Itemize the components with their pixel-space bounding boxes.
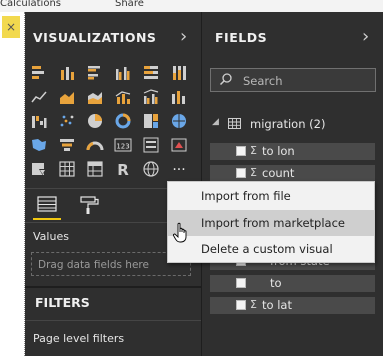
filters-title: FILTERS (35, 295, 90, 310)
divider (25, 320, 201, 321)
values-label: Values (33, 230, 69, 243)
r-script-label: R (117, 161, 129, 178)
table-icon (228, 118, 241, 129)
card-icon[interactable]: 123 (114, 136, 132, 154)
divider (25, 286, 201, 288)
clustered-column-icon[interactable] (114, 64, 132, 82)
line-chart-icon[interactable] (30, 88, 48, 106)
sigma-icon: Σ (250, 298, 257, 311)
multirow-card-icon[interactable] (142, 136, 160, 154)
collapse-caret-icon[interactable]: ◢ (212, 117, 219, 127)
fields-search-box[interactable] (210, 68, 376, 92)
field-checkbox[interactable] (236, 300, 246, 310)
close-icon[interactable]: × (2, 16, 20, 38)
field-name: to (270, 276, 282, 290)
ribbon-chart-icon[interactable] (170, 88, 188, 106)
field-item[interactable]: to (210, 275, 375, 292)
custom-visual-context-menu: Import from file Import from marketplace… (167, 181, 375, 263)
line-clustered-icon[interactable] (142, 88, 160, 106)
field-name: to lat (262, 298, 292, 312)
stacked-column-icon[interactable] (58, 64, 76, 82)
sigma-icon: Σ (250, 144, 257, 157)
import-from-marketplace-menu-item[interactable]: Import from marketplace (168, 210, 374, 236)
globe-icon[interactable] (142, 160, 160, 178)
stacked-area-icon[interactable] (86, 88, 104, 106)
field-item[interactable]: Σ count (210, 165, 375, 182)
calculations-label[interactable]: Calculations (0, 0, 61, 9)
slicer-icon[interactable] (30, 160, 48, 178)
gauge-icon[interactable] (86, 136, 104, 154)
100-bar-icon[interactable] (142, 64, 160, 82)
field-checkbox[interactable] (236, 168, 246, 178)
waterfall-icon[interactable] (30, 112, 48, 130)
search-icon (219, 72, 233, 86)
donut-chart-icon[interactable] (114, 112, 132, 130)
field-checkbox[interactable] (236, 146, 246, 156)
matrix-icon[interactable] (86, 160, 104, 178)
stacked-bar-icon[interactable] (30, 64, 48, 82)
collapse-fields-chevron-icon[interactable]: › (362, 26, 369, 47)
r-script-icon[interactable]: R (114, 160, 132, 178)
treemap-icon[interactable] (142, 112, 160, 130)
funnel-icon[interactable] (58, 136, 76, 154)
top-menu-strip: Calculations Share (0, 0, 383, 12)
field-item[interactable]: Σ to lon (210, 143, 375, 160)
scatter-icon[interactable] (58, 112, 76, 130)
fields-tab-icon[interactable] (33, 194, 61, 220)
field-item[interactable]: Σ to lat (210, 297, 375, 314)
report-canvas-edge (0, 12, 25, 356)
field-name: to lon (262, 144, 295, 158)
line-column-icon[interactable] (114, 88, 132, 106)
table-row-migration[interactable]: ◢ migration (2) (210, 114, 378, 134)
field-name: count (262, 166, 295, 180)
import-from-file-menu-item[interactable]: Import from file (168, 183, 374, 209)
clustered-bar-icon[interactable] (86, 64, 104, 82)
pie-chart-icon[interactable] (86, 112, 104, 130)
share-label[interactable]: Share (115, 0, 144, 9)
collapse-visualizations-chevron-icon[interactable]: › (180, 26, 187, 47)
table-name: migration (2) (250, 117, 326, 131)
format-paint-roller-icon[interactable] (75, 194, 103, 218)
more-icon[interactable]: ... (170, 159, 188, 178)
field-checkbox[interactable] (236, 278, 246, 288)
filled-map-icon[interactable] (30, 136, 48, 154)
page-level-filters-label: Page level filters (33, 332, 125, 345)
table-icon[interactable] (58, 160, 76, 178)
map-icon[interactable] (170, 112, 188, 130)
delete-custom-visual-menu-item[interactable]: Delete a custom visual (168, 236, 374, 262)
area-chart-icon[interactable] (58, 88, 76, 106)
hand-cursor-icon (172, 222, 190, 244)
100-column-icon[interactable] (170, 64, 188, 82)
visualizations-title: VISUALIZATIONS (33, 30, 157, 45)
sigma-icon: Σ (250, 166, 257, 179)
card-icon-label: 123 (116, 143, 129, 151)
search-input[interactable] (241, 71, 375, 91)
kpi-icon[interactable] (170, 136, 188, 154)
fields-title: FIELDS (215, 30, 268, 45)
